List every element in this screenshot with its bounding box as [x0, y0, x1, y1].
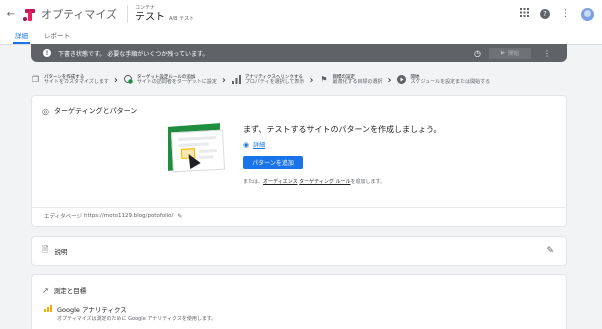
step-goals[interactable]: ⚑ 目標の設定 最適化する目標の選択 — [319, 75, 382, 86]
tab-bar: 詳細 レポート — [0, 28, 602, 45]
document-icon: 🗎 — [42, 245, 49, 254]
edit-pencil-icon[interactable]: ✎ — [546, 246, 554, 256]
help-icon[interactable]: ? — [540, 9, 550, 19]
variant-illustration — [166, 123, 226, 179]
measurement-goals-card: ↗ 測定と目標 Google アナリティクス オプティマイズは測定のために Go… — [31, 274, 567, 329]
info-icon: ! — [43, 49, 51, 57]
schedule-icon[interactable]: ◷ — [474, 49, 481, 58]
setup-steps: ❐ パターンを作成する サイトをカスタマイズします › ターゲット設定ルールの追… — [31, 70, 571, 90]
chevron-right-icon: › — [387, 74, 392, 86]
start-button-label: 開始 — [508, 51, 520, 57]
empty-state-heading: まず、テストするサイトのパターンを作成しましょう。 — [243, 125, 442, 134]
step-targeting-rules[interactable]: ターゲット設定ルールの追加 サイトの訪問者をターゲットに設定 — [123, 74, 217, 86]
play-icon: ▶ — [500, 50, 506, 56]
card-title: ターゲティングとパターン — [53, 107, 138, 115]
step-start[interactable]: 開始 スケジュールを設定または開始する — [397, 74, 491, 86]
chevron-right-icon: › — [221, 74, 226, 86]
editor-page-url: https://moto1129.blog/potofolio/ — [84, 213, 174, 219]
editor-page-label: エディタページ — [44, 214, 83, 220]
targeting-rule-link[interactable]: ターゲティング ルール — [299, 179, 350, 185]
experiment-type: A/B テスト — [169, 15, 195, 22]
details-link-label: 詳細 — [253, 142, 266, 149]
start-button[interactable]: ▶ 開始 — [489, 47, 531, 59]
step-subtitle: スケジュールを設定または開始する — [410, 78, 491, 85]
step-subtitle: サイトの訪問者をターゲットに設定 — [136, 78, 217, 85]
analytics-icon — [231, 74, 241, 86]
add-variant-button[interactable]: パターンを追加 — [243, 156, 303, 169]
draft-status-banner: ! 下書き状態です。 必要な手順がいくつか残っています。 ◷ ▶ 開始 ⋮ — [31, 44, 567, 62]
experiment-name: テスト — [135, 11, 166, 23]
more-vert-icon[interactable]: ⋮ — [561, 9, 570, 19]
alt-prefix: または、 — [243, 179, 264, 185]
step-create-variant[interactable]: ❐ パターンを作成する サイトをカスタマイズします — [31, 75, 109, 86]
targeting-variants-card: ◎ ターゲティングとパターン まず、テストするサイトのパターンを作成しましょう。… — [31, 95, 567, 227]
ga-title: Google アナリティクス — [57, 306, 127, 314]
target-check-icon — [123, 74, 133, 86]
header-divider — [127, 5, 129, 23]
banner-message: 下書き状態です。 必要な手順がいくつか残っています。 — [58, 50, 209, 58]
card-title: 説明 — [54, 248, 68, 256]
brand-name: オプティマイズ — [41, 8, 118, 21]
play-circle-icon — [397, 74, 407, 86]
description-card: 🗎 説明 ✎ — [31, 236, 567, 266]
copy-icon: ❐ — [31, 75, 40, 85]
avatar[interactable] — [581, 7, 594, 21]
more-vert-icon[interactable]: ⋮ — [543, 49, 551, 58]
card-divider — [32, 207, 566, 208]
optimize-logo-icon — [22, 7, 36, 21]
alt-rule-text: または、オーディエンス ターゲティング ルールを追加します。 — [243, 178, 543, 185]
trending-up-icon: ↗ — [42, 285, 49, 295]
chevron-right-icon: › — [113, 74, 118, 86]
eye-icon: ◉ — [243, 140, 250, 149]
flag-icon: ⚑ — [320, 75, 328, 85]
chevron-right-icon: › — [309, 74, 314, 86]
top-bar: ← オプティマイズ コンテナ テスト A/B テスト ? ⋮ — [0, 0, 602, 28]
ga-subtitle: オプティマイズは測定のために Google アナリティクスを使用します。 — [57, 316, 217, 322]
edit-pencil-icon[interactable]: ✎ — [177, 213, 182, 220]
container-selector[interactable]: コンテナ テスト A/B テスト — [135, 4, 195, 23]
step-subtitle: サイトをカスタマイズします — [44, 78, 109, 85]
back-arrow-icon[interactable]: ← — [4, 9, 18, 20]
details-link[interactable]: ◉ 詳細 — [243, 140, 543, 150]
step-subtitle: プロパティを選択して表示 — [244, 78, 305, 85]
apps-grid-icon[interactable] — [520, 8, 529, 20]
card-title: 測定と目標 — [53, 287, 87, 295]
target-icon: ◎ — [42, 106, 49, 116]
tab-report[interactable]: レポート — [36, 28, 78, 44]
step-subtitle: 最適化する目標の選択 — [332, 78, 383, 85]
step-link-analytics[interactable]: アナリティクスへリンクする プロパティを選択して表示 — [231, 74, 305, 86]
google-analytics-icon — [44, 305, 52, 312]
audience-link[interactable]: オーディエンス — [263, 179, 298, 185]
alt-suffix: を追加します。 — [350, 179, 385, 185]
container-label: コンテナ — [135, 4, 156, 11]
tab-details[interactable]: 詳細 — [7, 28, 36, 44]
editor-page-row: エディタページ https://moto1129.blog/potofolio/… — [44, 212, 182, 221]
